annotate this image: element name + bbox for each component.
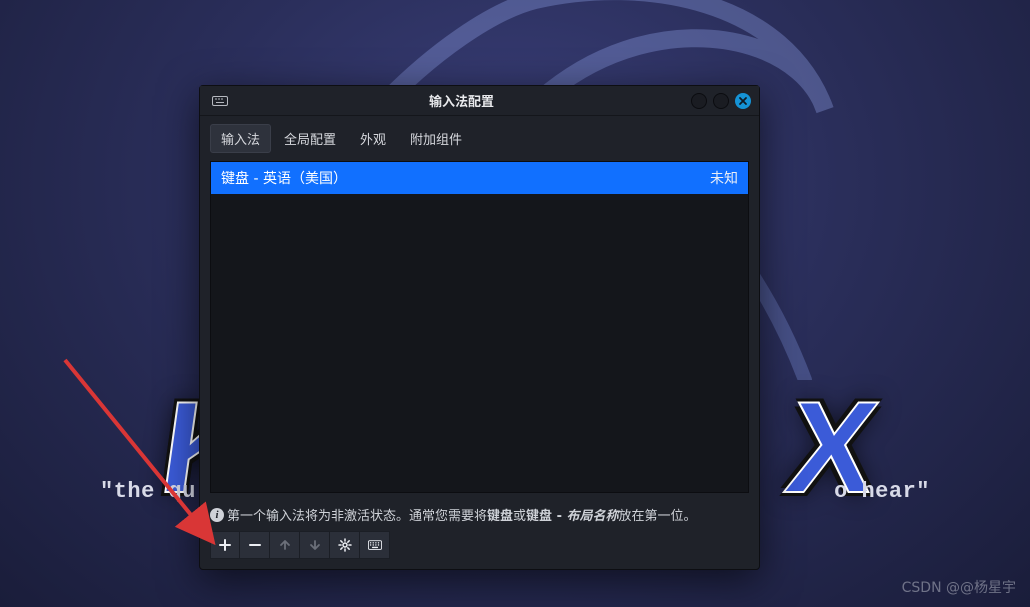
window-title: 输入法配置 (232, 91, 691, 110)
keyboard-button[interactable] (360, 531, 390, 559)
tab-addons[interactable]: 附加组件 (399, 124, 473, 153)
bottom-toolbar (200, 528, 759, 569)
settings-button[interactable] (330, 531, 360, 559)
titlebar[interactable]: 输入法配置 (200, 86, 759, 116)
list-item-status: 未知 (710, 168, 738, 188)
keyboard-icon (368, 538, 382, 552)
gear-icon (338, 538, 352, 552)
move-up-button[interactable] (270, 531, 300, 559)
arrow-up-icon (278, 538, 292, 552)
info-icon: i (210, 508, 224, 522)
tab-input-method[interactable]: 输入法 (210, 124, 271, 153)
window-icon (208, 96, 232, 106)
hint-text: i 第一个输入法将为非激活状态。通常您需要将键盘或键盘 - 布局名称放在第一位。 (200, 499, 759, 528)
minimize-button[interactable] (691, 93, 707, 109)
list-item-name: 键盘 - 英语（美国） (221, 168, 347, 188)
input-method-list[interactable]: 键盘 - 英语（美国） 未知 (210, 161, 749, 493)
move-down-button[interactable] (300, 531, 330, 559)
ime-config-window: 输入法配置 输入法 全局配置 外观 附加组件 键盘 - 英语（美国） 未知 i … (199, 85, 760, 570)
plus-icon (218, 538, 232, 552)
watermark: CSDN @@杨星宇 (902, 577, 1016, 597)
list-item[interactable]: 键盘 - 英语（美国） 未知 (211, 162, 748, 194)
tab-appearance[interactable]: 外观 (349, 124, 397, 153)
tab-global-config[interactable]: 全局配置 (273, 124, 347, 153)
minus-icon (248, 538, 262, 552)
close-button[interactable] (735, 93, 751, 109)
logo-letter-x: X (779, 382, 876, 512)
tabbar: 输入法 全局配置 外观 附加组件 (200, 116, 759, 159)
maximize-button[interactable] (713, 93, 729, 109)
add-button[interactable] (210, 531, 240, 559)
arrow-down-icon (308, 538, 322, 552)
remove-button[interactable] (240, 531, 270, 559)
